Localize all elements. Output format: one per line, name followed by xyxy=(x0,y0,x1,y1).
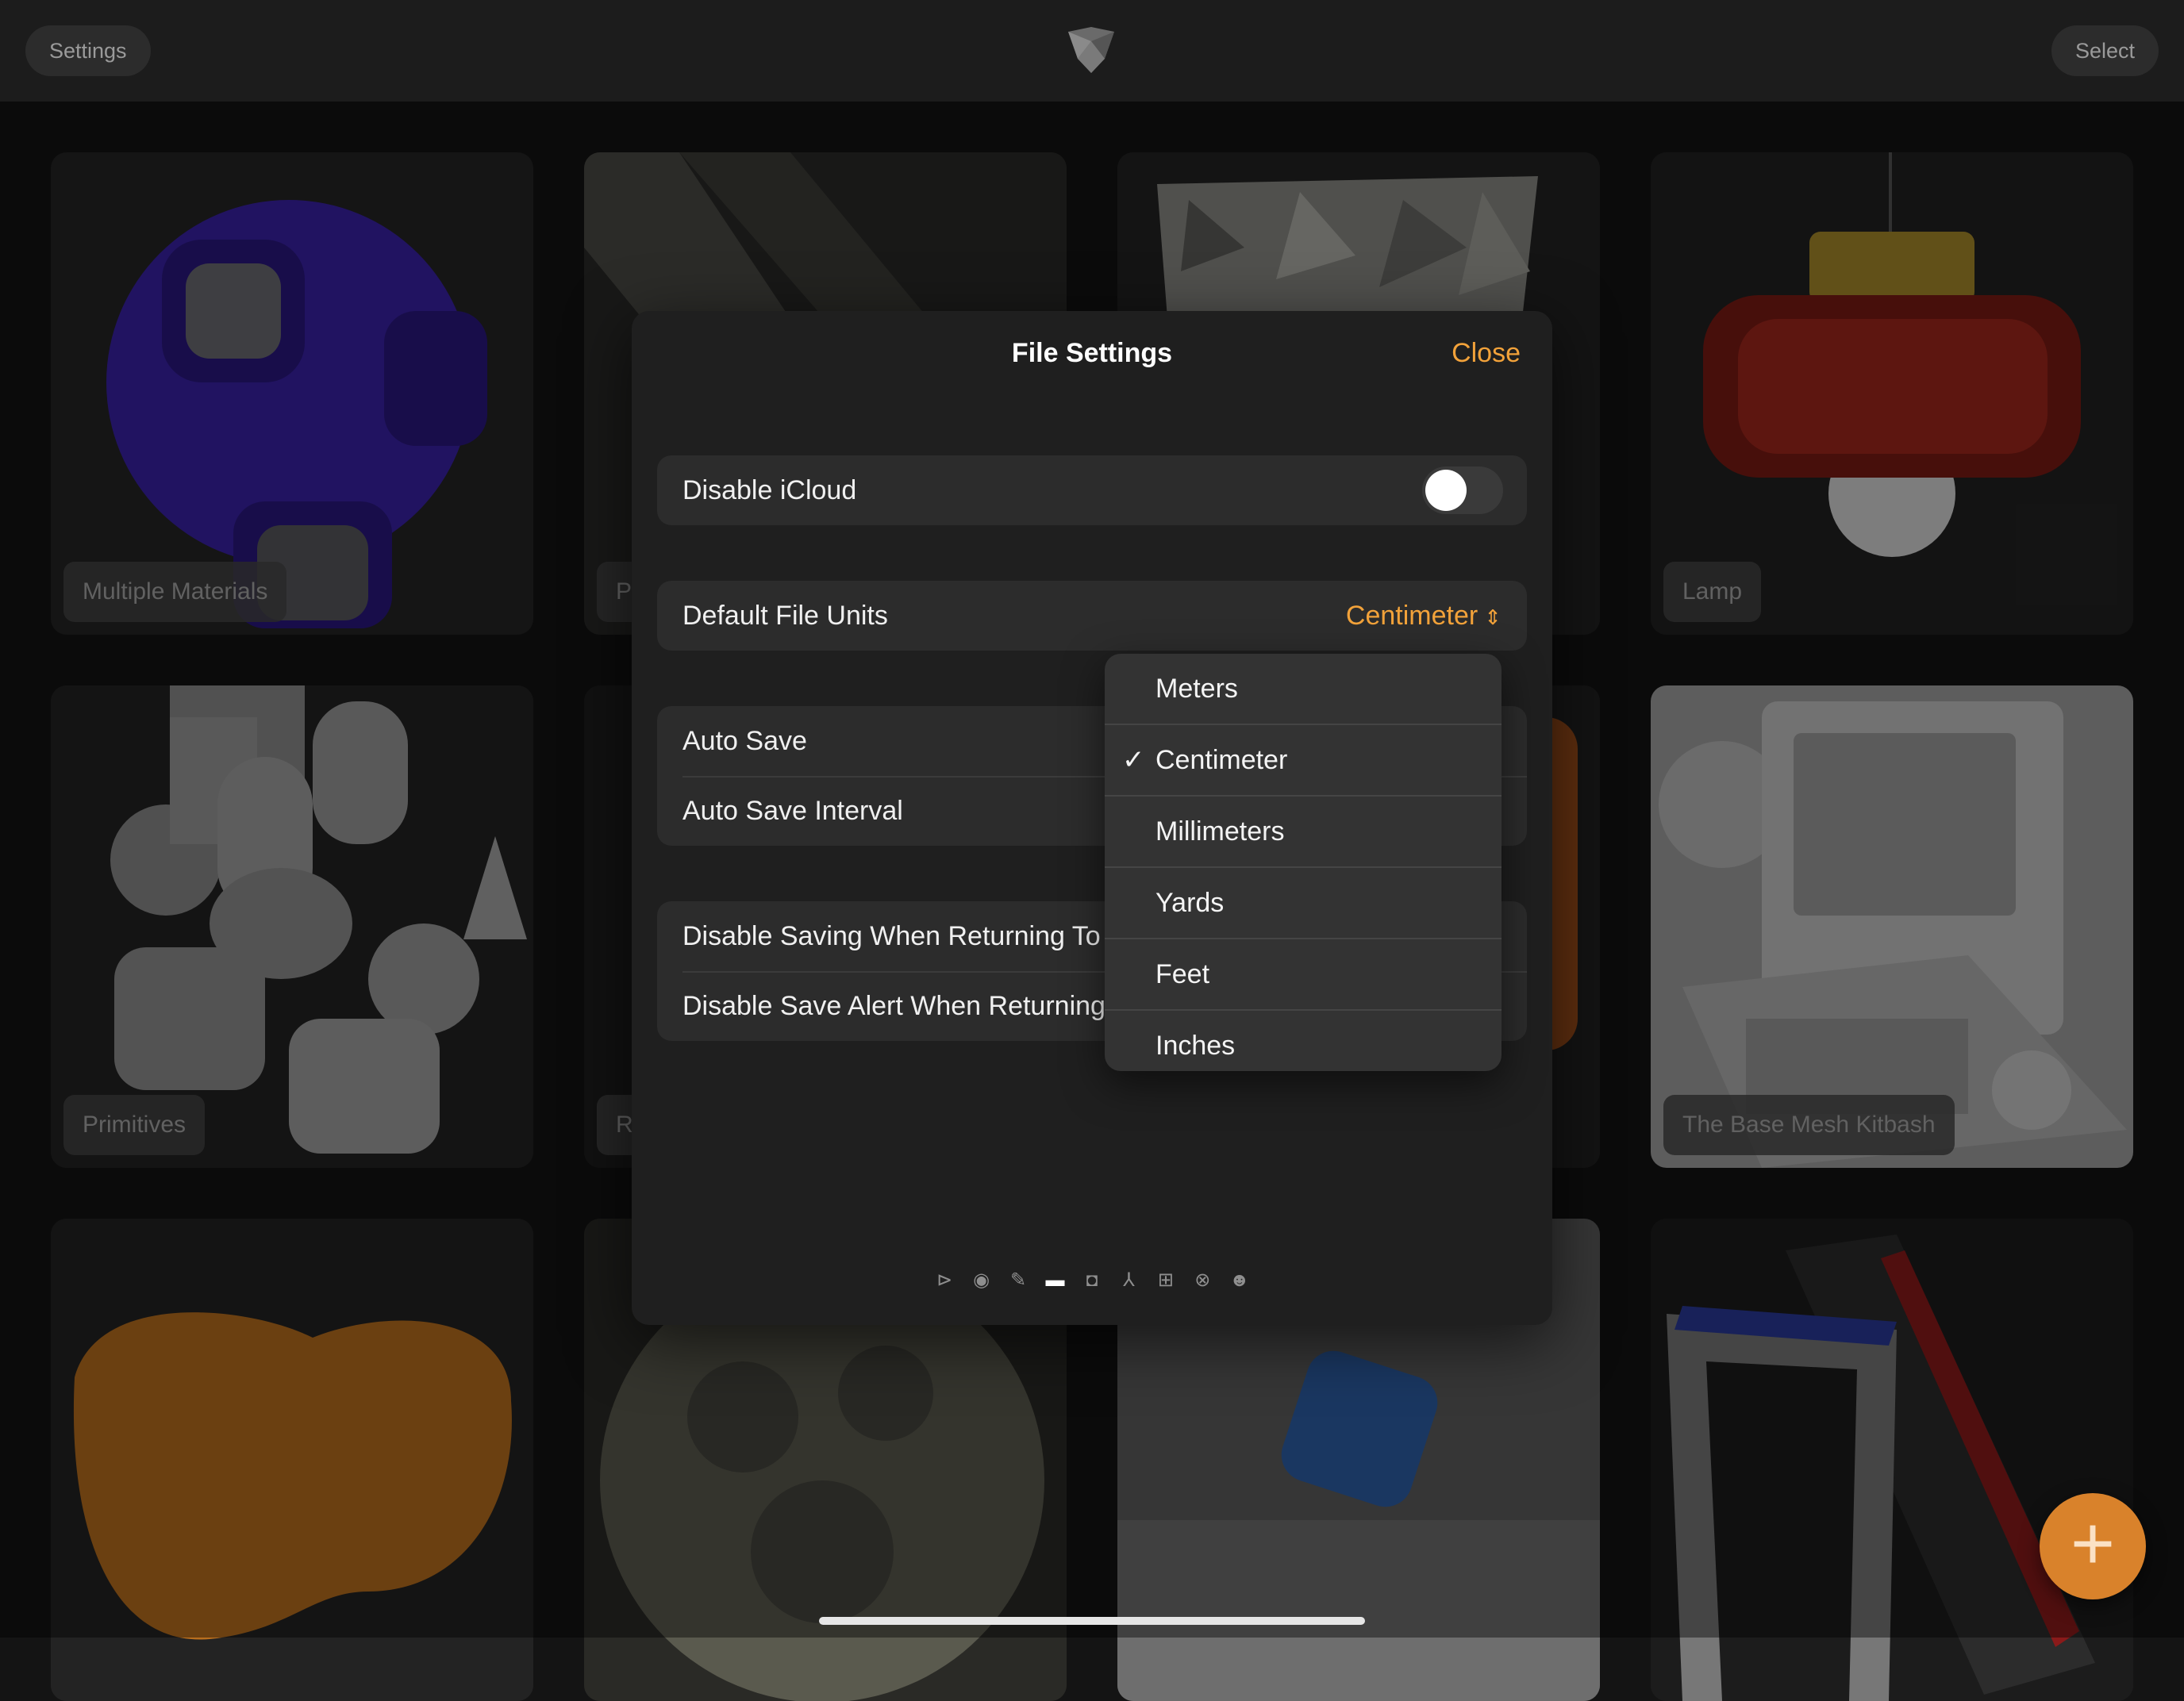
grid-icon[interactable]: ⊞ xyxy=(1155,1269,1177,1292)
chevron-up-down-icon: ⇕ xyxy=(1484,605,1502,629)
disable-saving-label: Disable Saving When Returning To xyxy=(682,921,1101,951)
units-option-label: Feet xyxy=(1155,959,1210,989)
disable-icloud-label: Disable iCloud xyxy=(682,475,857,505)
units-option-centimeter[interactable]: ✓ Centimeter xyxy=(1105,724,1502,795)
units-option-inches[interactable]: Inches xyxy=(1105,1009,1502,1071)
default-file-units-value[interactable]: Centimeter ⇕ xyxy=(1346,581,1502,651)
units-option-label: Millimeters xyxy=(1155,816,1285,847)
play-icon[interactable]: ⊳ xyxy=(933,1269,956,1292)
units-option-millimeters[interactable]: Millimeters xyxy=(1105,795,1502,866)
ball-icon[interactable]: ⊗ xyxy=(1191,1269,1213,1292)
default-file-units-label: Default File Units xyxy=(682,601,888,631)
select-button[interactable]: Select xyxy=(2051,25,2159,76)
units-option-label: Inches xyxy=(1155,1031,1236,1061)
units-group: Default File Units Centimeter ⇕ xyxy=(657,581,1527,651)
toggle-knob xyxy=(1425,470,1467,511)
palette-icon[interactable]: ◉ xyxy=(971,1269,993,1292)
units-selected-value: Centimeter xyxy=(1345,601,1478,631)
auto-save-interval-label: Auto Save Interval xyxy=(682,796,903,826)
top-bar: Settings Select xyxy=(0,0,2184,102)
units-option-meters[interactable]: Meters xyxy=(1105,654,1502,724)
units-option-feet[interactable]: Feet xyxy=(1105,938,1502,1009)
units-option-label: Meters xyxy=(1155,674,1238,704)
units-option-yards[interactable]: Yards xyxy=(1105,866,1502,938)
home-indicator[interactable] xyxy=(819,1617,1365,1625)
settings-tab-bar: ⊳ ◉ ✎ ▬ ◘ ⅄ ⊞ ⊗ ☻ xyxy=(632,1269,1552,1292)
units-option-label: Yards xyxy=(1155,888,1225,918)
camera-icon[interactable]: ◘ xyxy=(1081,1269,1103,1292)
brush-icon[interactable]: ✎ xyxy=(1007,1269,1029,1292)
modal-title: File Settings xyxy=(1011,338,1173,368)
checkmark-icon: ✓ xyxy=(1122,745,1145,775)
disable-save-alert-label: Disable Save Alert When Returning xyxy=(682,991,1105,1021)
units-dropdown-menu: Meters ✓ Centimeter Millimeters Yards Fee… xyxy=(1105,654,1502,1071)
auto-save-label: Auto Save xyxy=(682,726,807,756)
app-logo-icon xyxy=(1068,27,1114,73)
close-button[interactable]: Close xyxy=(1452,338,1521,369)
settings-button[interactable]: Settings xyxy=(25,25,151,76)
axes-icon[interactable]: ⅄ xyxy=(1117,1269,1140,1292)
folder-icon[interactable]: ▬ xyxy=(1044,1269,1067,1292)
icloud-group: Disable iCloud xyxy=(657,455,1527,525)
default-file-units-row[interactable]: Default File Units Centimeter ⇕ xyxy=(657,581,1527,651)
disable-icloud-row: Disable iCloud xyxy=(657,455,1527,525)
units-option-label: Centimeter xyxy=(1155,745,1288,775)
disable-icloud-toggle[interactable] xyxy=(1422,467,1503,514)
people-icon[interactable]: ☻ xyxy=(1228,1269,1251,1292)
add-project-button[interactable]: + xyxy=(2040,1493,2146,1599)
